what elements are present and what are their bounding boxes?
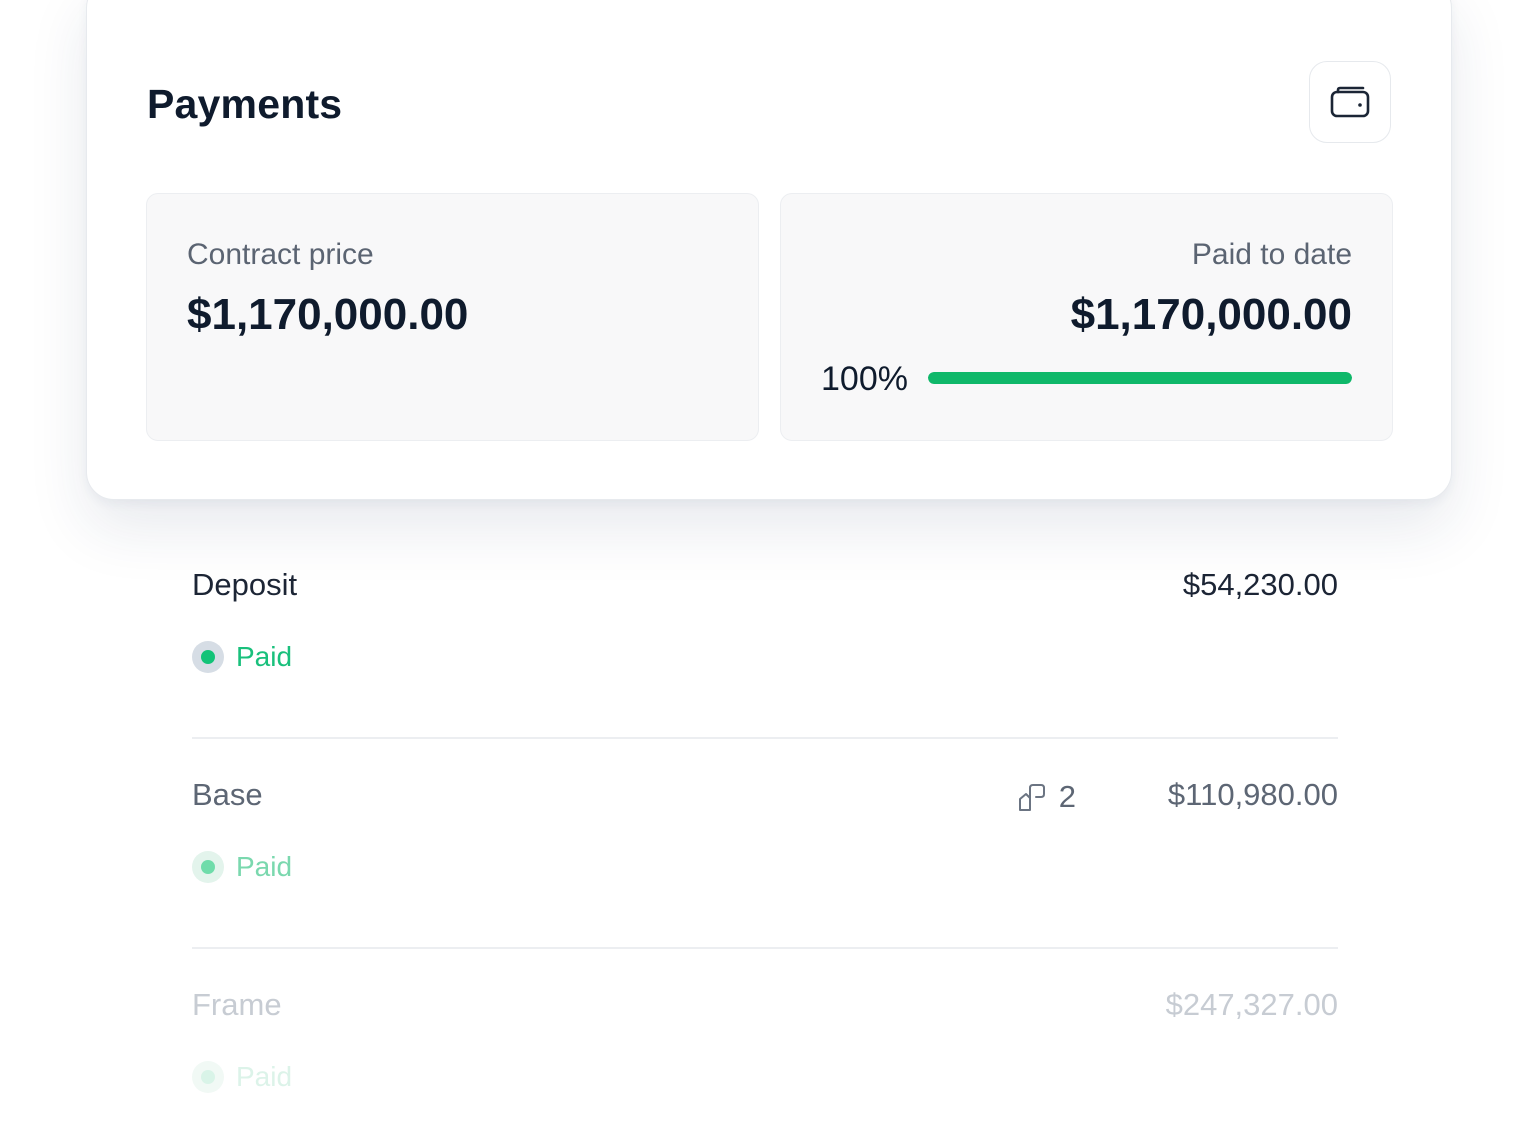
status-badge: Paid [192, 641, 292, 673]
status-badge: Paid [192, 1061, 292, 1093]
payment-amount: $110,980.00 [1167, 777, 1338, 812]
paid-to-date-panel: Paid to date $1,170,000.00 100% [780, 193, 1393, 441]
payment-row-deposit[interactable]: Deposit $54,230.00 Paid [192, 537, 1338, 747]
page-title: Payments [147, 81, 343, 127]
status-dot-icon [192, 1061, 224, 1093]
paid-percent: 100% [821, 360, 908, 398]
payment-name: Frame [192, 987, 282, 1022]
paid-to-date-label: Paid to date [1191, 238, 1352, 271]
wallet-button[interactable] [1309, 61, 1391, 143]
attachments-count-label: 2 [1058, 779, 1076, 814]
row-divider [192, 947, 1338, 949]
wallet-icon [1330, 86, 1370, 118]
contract-price-value: $1,170,000.00 [187, 290, 469, 339]
attachment-icon [1018, 784, 1045, 811]
status-label: Paid [236, 851, 293, 882]
contract-price-label: Contract price [187, 238, 374, 271]
row-divider [192, 737, 1338, 739]
payment-amount: $54,230.00 [1182, 567, 1338, 602]
payment-row-frame[interactable]: Frame $247,327.00 Paid [192, 957, 1338, 1131]
status-dot-icon [192, 641, 224, 673]
paid-progress-fill [928, 372, 1352, 384]
contract-price-panel: Contract price $1,170,000.00 [146, 193, 759, 441]
status-label: Paid [236, 641, 293, 672]
paid-progress-bar [928, 372, 1352, 384]
payment-name: Deposit [192, 567, 298, 602]
paid-to-date-value: $1,170,000.00 [1070, 290, 1352, 339]
payment-name: Base [192, 777, 263, 812]
status-dot-icon [192, 851, 224, 883]
payments-screen: Payments Contract price $1,170,000.00 Pa… [0, 0, 1536, 1131]
payment-amount: $247,327.00 [1165, 987, 1338, 1022]
attachments-count[interactable]: 2 [1017, 779, 1076, 815]
payments-summary-card: Payments Contract price $1,170,000.00 Pa… [86, 0, 1452, 500]
status-label: Paid [236, 1061, 293, 1092]
payment-row-base[interactable]: Base 2 $110,980.00 Paid [192, 747, 1338, 957]
status-badge: Paid [192, 851, 292, 883]
